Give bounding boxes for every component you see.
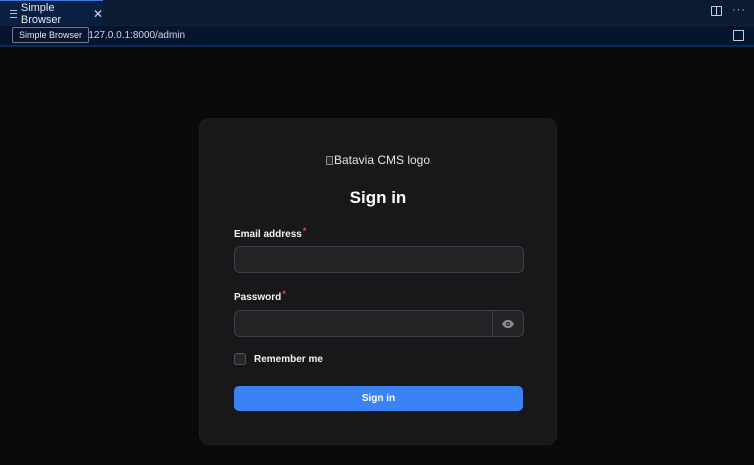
eye-icon bbox=[502, 319, 514, 328]
open-external-icon[interactable] bbox=[733, 30, 744, 41]
remember-me-checkbox[interactable] bbox=[234, 353, 246, 365]
tab-label: Simple Browser bbox=[20, 1, 62, 26]
tab-simple-browser[interactable]: Simple Browser ✕ bbox=[0, 0, 103, 26]
editor-tab-bar: Simple Browser ✕ ··· bbox=[0, 0, 754, 26]
password-label: Password* bbox=[234, 289, 286, 303]
required-marker: * bbox=[302, 226, 307, 236]
remember-me-label[interactable]: Remember me bbox=[254, 354, 323, 365]
password-field[interactable] bbox=[234, 310, 524, 337]
tab-tooltip: Simple Browser bbox=[12, 27, 90, 43]
url-field[interactable]: ://127.0.0.1:8000/admin bbox=[80, 30, 185, 41]
email-label: Email address* bbox=[234, 226, 306, 240]
required-marker: * bbox=[282, 289, 286, 299]
list-icon bbox=[10, 9, 17, 18]
tab-actions: ··· bbox=[711, 5, 746, 16]
page-title: Sign in bbox=[349, 188, 407, 207]
sign-in-button[interactable]: Sign in bbox=[234, 386, 523, 411]
more-actions-icon[interactable]: ··· bbox=[732, 5, 746, 16]
split-editor-icon[interactable] bbox=[711, 6, 722, 16]
broken-image-icon bbox=[325, 156, 333, 165]
show-password-button[interactable] bbox=[492, 311, 523, 336]
address-bar: ://127.0.0.1:8000/admin bbox=[0, 26, 754, 47]
login-card: Batavia CMS logo Sign in Email address* … bbox=[199, 118, 557, 445]
remember-me: Remember me bbox=[234, 353, 323, 365]
password-label-text: Password bbox=[234, 292, 282, 303]
logo-alt-text: Batavia CMS logo bbox=[333, 153, 431, 167]
browser-viewport: Batavia CMS logo Sign in Email address* … bbox=[0, 49, 754, 465]
close-icon[interactable]: ✕ bbox=[93, 8, 103, 20]
email-field[interactable] bbox=[234, 246, 524, 273]
logo: Batavia CMS logo bbox=[200, 153, 556, 167]
email-label-text: Email address bbox=[234, 229, 302, 240]
